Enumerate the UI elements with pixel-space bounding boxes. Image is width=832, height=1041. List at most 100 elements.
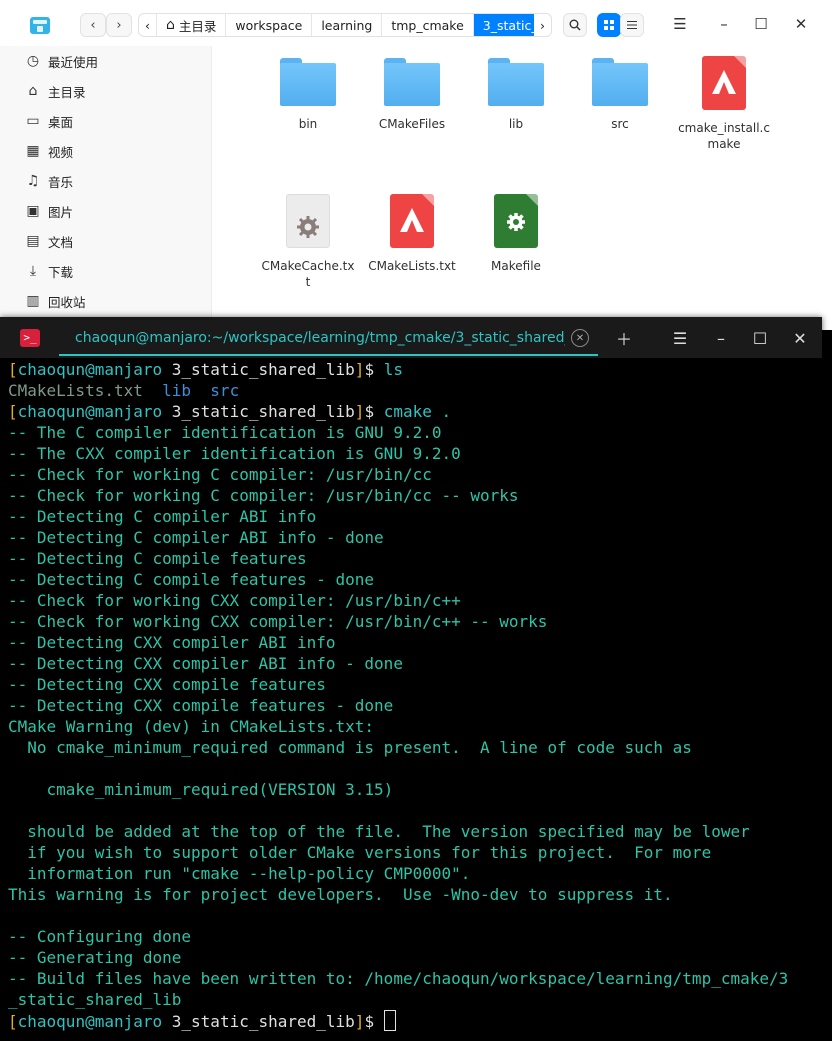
terminal-output-line: -- Configuring done — [8, 927, 192, 946]
breadcrumb-item-workspace[interactable]: workspace — [226, 14, 313, 36]
download-icon: ⤓ — [29, 263, 37, 279]
file-name: CMakeCache.txt — [261, 259, 355, 289]
sidebar-item-label: 回收站 — [48, 294, 86, 310]
terminal-output-line: No cmake_minimum_required command is pre… — [8, 738, 692, 757]
terminal-output-line: information run "cmake --help-policy CMP… — [8, 864, 471, 883]
file-item-cmakelists[interactable]: CMakeLists.txt — [364, 184, 460, 274]
list-view-icon — [627, 21, 637, 29]
close-tab-icon[interactable]: ✕ — [571, 329, 589, 347]
sidebar-item-home[interactable]: ⌂ 主目录 — [0, 76, 211, 106]
search-button[interactable] — [563, 13, 587, 37]
terminal-minimize-button[interactable]: – — [710, 327, 732, 349]
file-name: Makefile — [491, 259, 541, 273]
grid-view-icon — [604, 20, 614, 30]
sidebar-item-music[interactable]: ♫ 音乐 — [0, 166, 211, 196]
file-item-cmakefiles[interactable]: CMakeFiles — [364, 46, 460, 132]
breadcrumb-item-learning[interactable]: learning — [312, 14, 383, 36]
forward-button[interactable]: › — [106, 13, 132, 37]
minimize-icon: – — [717, 328, 725, 348]
terminal-close-button[interactable]: ✕ — [789, 327, 811, 349]
makefile-icon — [494, 194, 538, 248]
terminal-output-line: -- Detecting C compile features - done — [8, 570, 375, 589]
close-button[interactable]: ✕ — [791, 14, 811, 34]
breadcrumb-item-current[interactable]: 3_static_s — [473, 14, 534, 36]
document-icon: ▤ — [26, 233, 40, 249]
hamburger-icon: ☰ — [673, 15, 687, 33]
terminal-output-line: -- The C compiler identification is GNU … — [8, 423, 442, 442]
terminal-output-line: -- Check for working C compiler: /usr/bi… — [8, 465, 432, 484]
prompt-symbol: $ — [364, 1012, 384, 1031]
file-item-cmake-install[interactable]: cmake_install.cmake — [676, 46, 772, 152]
breadcrumb-item-tmp-cmake[interactable]: tmp_cmake — [382, 14, 474, 36]
prompt-user: chaoqun@manjaro — [17, 360, 163, 379]
file-item-cmakecache[interactable]: CMakeCache.txt — [260, 184, 356, 290]
ls-dir-entry: src — [210, 381, 240, 400]
breadcrumb-item-home[interactable]: ⌂ 主目录 — [157, 14, 227, 36]
terminal-command: cmake . — [383, 402, 452, 421]
icon-view-button[interactable] — [597, 13, 621, 37]
sidebar-item-label: 图片 — [48, 204, 74, 220]
terminal-output-line: CMake Warning (dev) in CMakeLists.txt: — [8, 717, 375, 736]
folder-icon — [280, 58, 336, 106]
file-item-bin[interactable]: bin — [260, 46, 356, 132]
file-name: src — [611, 117, 629, 131]
terminal-menu-button[interactable]: ☰ — [669, 327, 691, 349]
settings-file-icon — [286, 194, 330, 248]
file-name: bin — [298, 117, 318, 131]
file-item-src[interactable]: src — [572, 46, 668, 132]
terminal-output-line: -- Detecting CXX compile features - done — [8, 696, 394, 715]
terminal-cursor — [383, 1010, 396, 1031]
list-view-button[interactable] — [620, 13, 644, 37]
terminal-output-line: -- Check for working C compiler: /usr/bi… — [8, 486, 519, 505]
home-icon: ⌂ — [166, 17, 175, 33]
terminal-output[interactable]: [chaoqun@manjaro 3_static_shared_lib]$ l… — [8, 359, 822, 1039]
terminal-titlebar: >_ chaoqun@manjaro:~/workspace/learning/… — [0, 317, 822, 358]
breadcrumb-scroll-left[interactable]: ‹ — [139, 14, 157, 36]
sidebar-item-pictures[interactable]: ▣ 图片 — [0, 196, 211, 226]
file-manager-logo-icon — [30, 17, 50, 34]
file-item-makefile[interactable]: Makefile — [468, 184, 564, 274]
clock-icon: ◷ — [26, 53, 40, 69]
sidebar-item-videos[interactable]: ▦ 视频 — [0, 136, 211, 166]
terminal-output-line: This warning is for project developers. … — [8, 885, 673, 904]
file-name: CMakeFiles — [378, 117, 446, 131]
file-name: CMakeLists.txt — [368, 259, 456, 273]
maximize-button[interactable]: ☐ — [751, 14, 771, 34]
sidebar-item-documents[interactable]: ▤ 文档 — [0, 226, 211, 256]
menu-button[interactable]: ☰ — [670, 14, 690, 34]
terminal-tab-title: chaoqun@manjaro:~/workspace/learning/tmp… — [75, 330, 565, 346]
terminal-tab[interactable]: chaoqun@manjaro:~/workspace/learning/tmp… — [59, 322, 598, 356]
cmake-file-icon — [390, 194, 434, 248]
back-button[interactable]: ‹ — [80, 13, 106, 37]
prompt-bracket: [ — [8, 402, 18, 421]
new-tab-button[interactable]: ＋ — [613, 327, 635, 349]
maximize-icon: ☐ — [752, 328, 768, 348]
breadcrumb-scroll-right[interactable]: › — [534, 14, 551, 36]
terminal-output-line: -- Detecting CXX compiler ABI info — [8, 633, 336, 652]
sidebar-item-downloads[interactable]: ⤓ 下载 — [0, 256, 211, 286]
terminal-output-line: -- Detecting C compile features — [8, 549, 307, 568]
file-grid: bin CMakeFiles lib src cmake_install.cma… — [212, 46, 832, 330]
cmake-file-icon — [702, 56, 746, 110]
sidebar-item-label: 桌面 — [48, 114, 74, 130]
terminal-output-line: -- Generating done — [8, 948, 182, 967]
sidebar: ◷ 最近使用 ⌂ 主目录 ▭ 桌面 ▦ 视频 ♫ 音乐 ▣ 图片 ▤ 文档 ⤓ 下载 ▥ 回收站 — [0, 46, 212, 330]
file-item-lib[interactable]: lib — [468, 46, 564, 132]
terminal-maximize-button[interactable]: ☐ — [749, 327, 771, 349]
terminal-output-line: -- Build files have been written to: /ho… — [8, 969, 789, 988]
prompt-user: chaoqun@manjaro — [17, 1012, 163, 1031]
prompt-bracket: ] — [354, 360, 365, 379]
sidebar-item-trash[interactable]: ▥ 回收站 — [0, 286, 211, 316]
terminal-prompt-line: [chaoqun@manjaro 3_static_shared_lib]$ l… — [8, 359, 822, 380]
sidebar-item-label: 主目录 — [48, 84, 86, 100]
sidebar-item-desktop[interactable]: ▭ 桌面 — [0, 106, 211, 136]
terminal-output-line: -- Detecting CXX compiler ABI info - don… — [8, 654, 403, 673]
plus-icon: ＋ — [615, 330, 632, 349]
chevron-left-icon: ‹ — [90, 17, 96, 33]
terminal-output-line: _static_shared_lib — [8, 990, 182, 1009]
sidebar-item-recent[interactable]: ◷ 最近使用 — [0, 46, 211, 76]
minimize-button[interactable]: – — [714, 14, 734, 34]
